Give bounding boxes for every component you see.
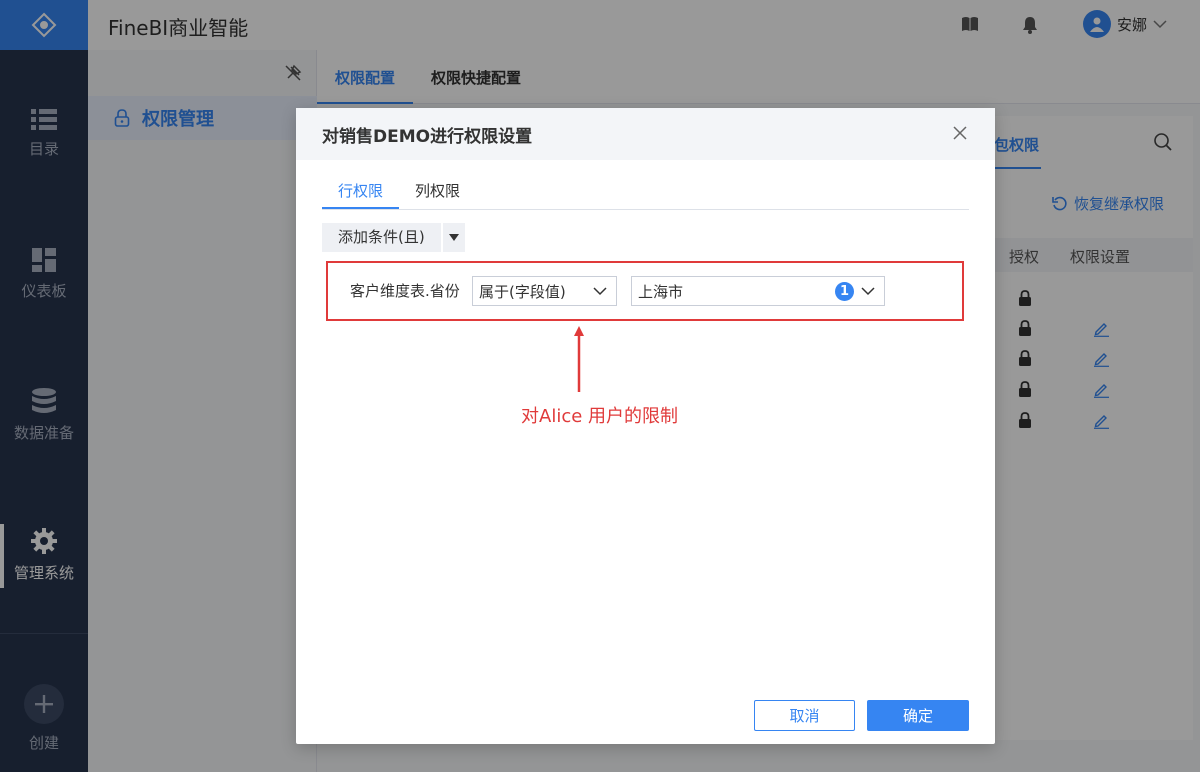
dialog-header: 对销售DEMO进行权限设置	[296, 108, 995, 160]
add-condition-dropdown[interactable]	[442, 223, 465, 252]
condition-row-highlight: 客户维度表.省份 属于(字段值) 上海市 1	[326, 261, 964, 321]
annotation-text: 对Alice 用户的限制	[521, 406, 679, 427]
selection-count-badge: 1	[835, 282, 854, 301]
annotation-arrow	[574, 326, 584, 392]
value-select[interactable]: 上海市 1	[631, 276, 885, 306]
caret-down-icon	[448, 234, 459, 241]
chevron-down-icon	[593, 287, 607, 296]
condition-field: 客户维度表.省份	[350, 282, 460, 300]
close-icon[interactable]	[953, 126, 967, 140]
add-condition-group: 添加条件(且)	[322, 223, 465, 252]
confirm-button[interactable]: 确定	[867, 700, 969, 731]
selected-value: 上海市	[638, 282, 684, 301]
tab-column-permission[interactable]: 列权限	[399, 180, 476, 209]
permission-dialog: 对销售DEMO进行权限设置 行权限 列权限 添加条件(且) 客户维度表.省份 属…	[296, 108, 995, 744]
chevron-down-icon	[861, 287, 875, 296]
tab-row-permission[interactable]: 行权限	[322, 180, 400, 209]
operator-value: 属于(字段值)	[479, 282, 566, 301]
dialog-title: 对销售DEMO进行权限设置	[322, 126, 533, 147]
add-condition-button[interactable]: 添加条件(且)	[322, 223, 443, 252]
dialog-tabs: 行权限 列权限	[322, 180, 969, 210]
operator-select[interactable]: 属于(字段值)	[472, 276, 617, 306]
cancel-button[interactable]: 取消	[754, 700, 855, 731]
